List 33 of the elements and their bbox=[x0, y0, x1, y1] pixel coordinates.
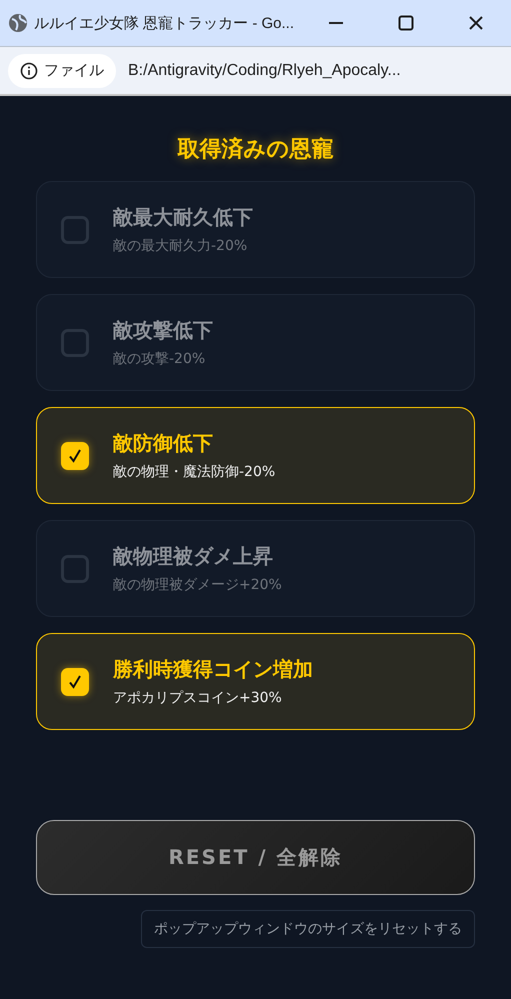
blessing-effect: アポカリプスコイン+30% bbox=[113, 689, 283, 707]
blessing-name: 敵攻撃低下 bbox=[113, 317, 213, 344]
url-text[interactable]: B:/Antigravity/Coding/Rlyeh_Apocaly... bbox=[128, 62, 401, 80]
globe-icon bbox=[8, 13, 28, 33]
blessing-effect: 敵の物理被ダメージ+20% bbox=[113, 576, 282, 594]
site-info-button[interactable]: ファイル bbox=[8, 54, 116, 88]
blessing-effect: 敵の攻撃-20% bbox=[113, 350, 206, 368]
checkbox[interactable] bbox=[61, 668, 89, 696]
window-title: ルルイエ少女隊 恩寵トラッカー - Go... bbox=[34, 14, 296, 32]
close-icon bbox=[468, 15, 484, 31]
reset-button[interactable]: RESET / 全解除 bbox=[36, 820, 475, 895]
blessing-card[interactable]: 勝利時獲得コイン増加 アポカリプスコイン+30% bbox=[36, 633, 475, 730]
blessing-name: 勝利時獲得コイン増加 bbox=[113, 656, 313, 683]
checkbox[interactable] bbox=[61, 216, 89, 244]
checkbox[interactable] bbox=[61, 554, 89, 582]
checkmark-icon bbox=[67, 448, 83, 464]
section-heading: 取得済みの恩寵 bbox=[178, 136, 334, 164]
minimize-icon bbox=[329, 22, 343, 24]
resize-reset-button[interactable]: ポップアップウィンドウのサイズをリセットする bbox=[141, 910, 475, 948]
blessing-card[interactable]: 敵防御低下 敵の物理・魔法防御-20% bbox=[36, 407, 475, 504]
blessing-effect: 敵の物理・魔法防御-20% bbox=[113, 463, 276, 481]
checkbox[interactable] bbox=[61, 442, 89, 470]
blessing-name: 敵防御低下 bbox=[113, 430, 214, 457]
blessing-card[interactable]: 敵攻撃低下 敵の攻撃-20% bbox=[36, 294, 475, 391]
maximize-icon bbox=[398, 15, 414, 31]
blessing-name: 敵物理被ダメ上昇 bbox=[113, 543, 274, 570]
blessing-card[interactable]: 敵物理被ダメ上昇 敵の物理被ダメージ+20% bbox=[36, 520, 475, 617]
blessing-card[interactable]: 敵最大耐久低下 敵の最大耐久力-20% bbox=[36, 181, 475, 278]
checkmark-icon bbox=[67, 674, 83, 690]
info-icon bbox=[20, 62, 38, 80]
blessing-effect: 敵の最大耐久力-20% bbox=[113, 237, 248, 255]
blessing-name: 敵最大耐久低下 bbox=[113, 204, 253, 231]
checkbox[interactable] bbox=[61, 328, 89, 356]
